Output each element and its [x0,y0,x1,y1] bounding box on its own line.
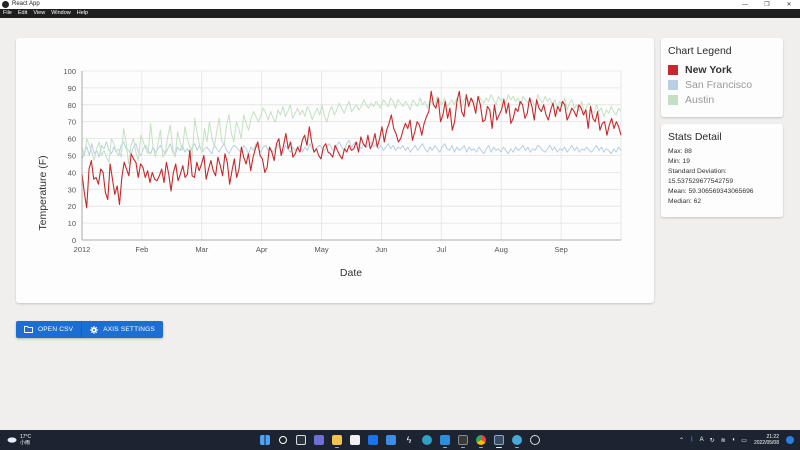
terminal-icon[interactable] [455,432,471,448]
x-tick-label: Aug [495,245,508,254]
stat-stddev-label: Standard Deviation: [668,168,727,175]
menu-window[interactable]: Window [48,9,74,18]
menu-bar: File Edit View Window Help [0,9,800,18]
legend-title: Chart Legend [668,45,732,57]
x-tick-label: Mar [195,245,208,254]
x-tick-label: Feb [135,245,148,254]
weather-desc: 小雨 [20,440,31,446]
taskbar-apps: ϟ [257,432,545,448]
minimize-button[interactable]: — [734,0,756,9]
store-icon[interactable] [347,432,363,448]
stats-card: Stats Detail Max: 88 Min: 19 Standard De… [661,124,783,217]
legend-item-san-francisco[interactable]: San Francisco [668,77,776,92]
maximize-button[interactable]: ❐ [756,0,778,9]
y-tick-label: 60 [68,135,76,144]
chevron-up-icon[interactable]: ⌃ [679,437,684,444]
edge-icon[interactable] [419,432,435,448]
mail-icon[interactable] [383,432,399,448]
y-axis-label: Temperature (F) [37,155,49,230]
weather-widget[interactable]: 17°C 小雨 [7,431,31,449]
x-tick-label: May [314,245,328,254]
close-button[interactable]: ✕ [778,0,800,9]
task-view-icon[interactable] [293,432,309,448]
settings-icon[interactable] [527,432,543,448]
legend-label: Austin [685,93,715,106]
stat-min: Min: 19 [668,158,690,165]
bluetooth-icon[interactable]: ᛒ [690,437,694,443]
file-explorer-icon[interactable] [329,432,345,448]
clock[interactable]: 21:22 2022/05/08 [754,434,779,446]
y-tick-label: 0 [72,236,76,245]
battery-icon[interactable]: ▭ [741,437,747,444]
chart-card: 0 10 20 30 40 50 60 70 80 90 100 2012 Feb Mar Apr May Ju… [16,38,654,303]
y-tick-label: 10 [68,219,76,228]
refresh-icon[interactable]: ↻ [710,437,715,444]
gear-icon [90,325,99,334]
stat-mean: Mean: 59.306569343065696 [668,188,754,195]
stat-stddev-value: 15.537529677542759 [668,178,734,185]
x-axis-label: Date [340,267,362,279]
legend-item-austin[interactable]: Austin [668,92,776,107]
menu-edit[interactable]: Edit [15,9,30,18]
cloud-rain-icon [7,431,17,449]
x-tick-label: Sep [554,245,567,254]
browser-icon[interactable] [509,432,525,448]
menu-file[interactable]: File [0,9,15,18]
window-title: React App [12,1,40,7]
vscode-icon[interactable] [437,432,453,448]
stat-max: Max: 88 [668,148,692,155]
legend-item-new-york[interactable]: New York [668,62,776,77]
stats-title: Stats Detail [668,131,722,143]
axis-settings-label: AXIS SETTINGS [103,326,155,333]
menu-help[interactable]: Help [74,9,91,18]
system-tray: ⌃ ᛒ A ↻ ≋ ◖ ▭ 21:22 2022/05/08 [676,430,794,450]
start-icon[interactable] [257,432,273,448]
legend-swatch-new-york [668,64,678,75]
folder-icon [24,326,33,333]
ime-indicator[interactable]: A [700,437,704,443]
window-title-bar: React App — ❐ ✕ [0,0,800,9]
x-tick-label: Jun [375,245,387,254]
open-csv-button[interactable]: OPEN CSV [16,321,81,338]
legend-card: Chart Legend New York San Francisco Aust… [661,38,783,117]
taskbar: 17°C 小雨 ϟ ⌃ ᛒ A ↻ ≋ ◖ ▭ 21:22 2022/05/08 [0,430,800,450]
x-tick-label: 2012 [74,245,91,254]
x-tick-label: Jul [437,245,447,254]
electron-app-icon[interactable] [491,432,507,448]
series-lines [81,90,622,209]
menu-view[interactable]: View [30,9,48,18]
legend-swatch-austin [668,94,678,105]
dropbox-icon[interactable] [365,432,381,448]
legend-swatch-san-francisco [668,79,678,90]
volume-icon[interactable]: ◖ [732,437,736,443]
y-tick-label: 30 [68,185,76,194]
stat-median: Median: 62 [668,198,702,205]
y-tick-label: 80 [68,101,76,110]
app-icon [2,1,9,8]
y-tick-label: 20 [68,202,76,211]
y-tick-label: 50 [68,152,76,161]
y-tick-label: 40 [68,168,76,177]
y-tick-label: 100 [63,67,76,76]
legend-label: San Francisco [685,78,753,91]
search-icon[interactable] [275,432,291,448]
x-tick-label: Apr [256,245,268,254]
chat-icon[interactable] [311,432,327,448]
y-tick-label: 90 [68,84,76,93]
clock-date: 2022/05/08 [753,440,779,446]
wifi-icon[interactable]: ≋ [721,437,726,444]
axis-settings-button[interactable]: AXIS SETTINGS [81,321,163,338]
chrome-icon[interactable] [473,432,489,448]
temperature-chart[interactable]: 0 10 20 30 40 50 60 70 80 90 100 2012 Feb Mar Apr May Ju… [16,38,654,303]
legend-label: New York [685,63,732,76]
action-button-group: OPEN CSV AXIS SETTINGS [16,321,163,338]
open-csv-label: OPEN CSV [38,326,74,333]
y-tick-label: 70 [68,118,76,127]
window-controls: — ❐ ✕ [734,0,800,9]
bolt-icon[interactable]: ϟ [401,432,417,448]
notification-icon[interactable] [786,436,794,444]
